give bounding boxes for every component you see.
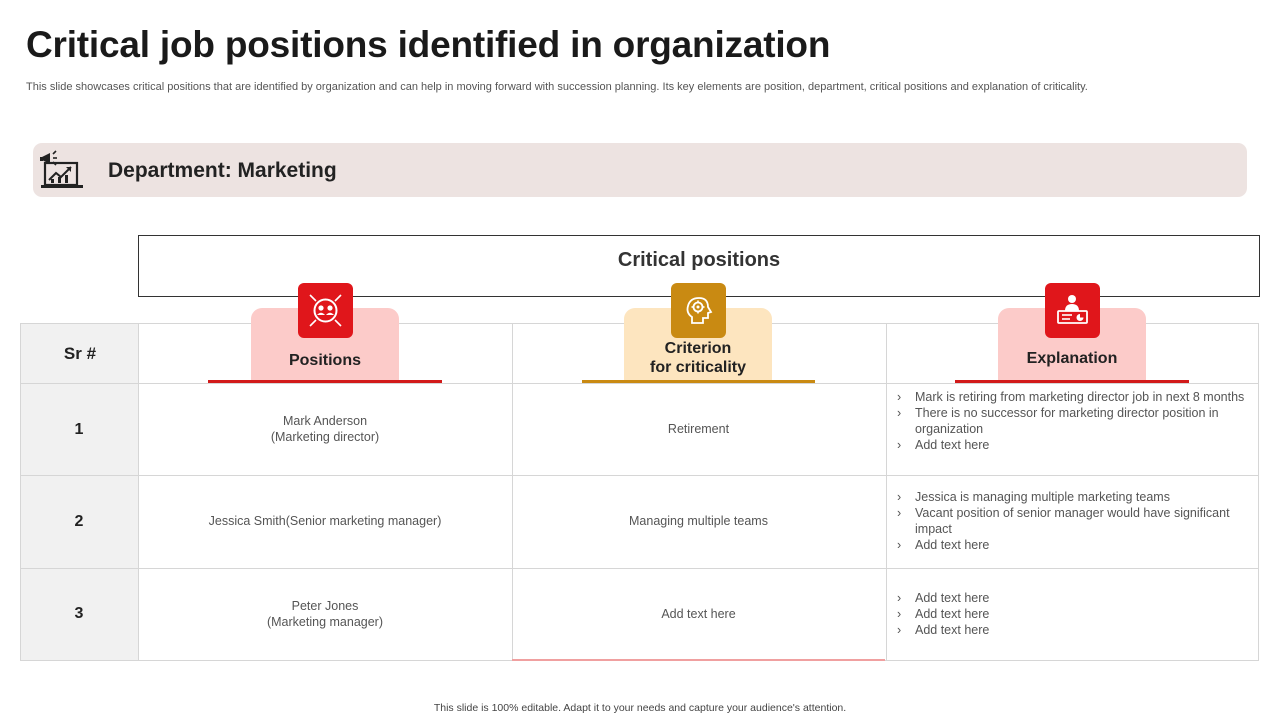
list-item: Add text here [895,437,1245,453]
people-network-icon [298,283,353,338]
criterion-header: Criterion for criticality [624,339,772,377]
row-divider [21,568,1258,569]
positions-header: Positions [288,352,361,369]
row-2-position-name: Jessica Smith(Senior marketing manager) [208,514,442,528]
row-3-position: Peter Jones (Marketing manager) [139,598,511,630]
row-2-explanation: Jessica is managing multiple marketing t… [895,489,1245,553]
page-subtitle: This slide showcases critical positions … [26,81,1088,93]
row-divider [21,383,1258,384]
row-2-sr: 2 [74,513,84,530]
critical-positions-label: Critical positions [617,249,781,271]
row-1-position-name: Mark Anderson [282,414,368,428]
list-item: Add text here [895,622,1245,638]
head-gear-icon [671,283,726,338]
row-3-explanation: Add text here Add text here Add text her… [895,590,1245,638]
row-1-explanation: Mark is retiring from marketing director… [895,389,1245,453]
positions-underline [208,380,442,383]
row-3-sr: 3 [74,605,84,622]
criterion-underline [582,380,815,383]
row-3-position-name: Peter Jones [291,599,359,613]
criterion-bottom-accent [512,659,885,661]
column-divider [886,324,887,660]
sr-header: Sr # [63,344,97,363]
list-item: Add text here [895,606,1245,622]
department-label: Department: Marketing [108,159,337,182]
page-title: Critical job positions identified in org… [26,24,831,65]
explanation-underline [955,380,1189,383]
footer-note: This slide is 100% editable. Adapt it to… [433,702,847,714]
marketing-chart-icon [39,149,85,191]
list-item: Vacant position of senior manager would … [895,505,1245,537]
row-1-position-role: (Marketing director) [270,430,380,444]
row-divider [21,475,1258,476]
list-item: There is no successor for marketing dire… [895,405,1245,437]
row-1-position: Mark Anderson (Marketing director) [139,413,511,445]
row-2-position: Jessica Smith(Senior marketing manager) [139,513,511,529]
row-1-criterion: Retirement [667,422,730,436]
list-item: Jessica is managing multiple marketing t… [895,489,1245,505]
list-item: Add text here [895,537,1245,553]
list-item: Mark is retiring from marketing director… [895,389,1245,405]
row-3-criterion: Add text here [661,607,736,621]
criterion-header-line2: for criticality [649,359,747,376]
row-3-position-role: (Marketing manager) [266,615,383,629]
row-2-criterion: Managing multiple teams [629,514,768,528]
list-item: Add text here [895,590,1245,606]
department-bar: Department: Marketing [33,143,1247,197]
explanation-header: Explanation [1026,350,1118,367]
criterion-header-line1: Criterion [664,340,732,357]
row-1-sr: 1 [74,421,84,438]
presenter-board-icon [1045,283,1100,338]
